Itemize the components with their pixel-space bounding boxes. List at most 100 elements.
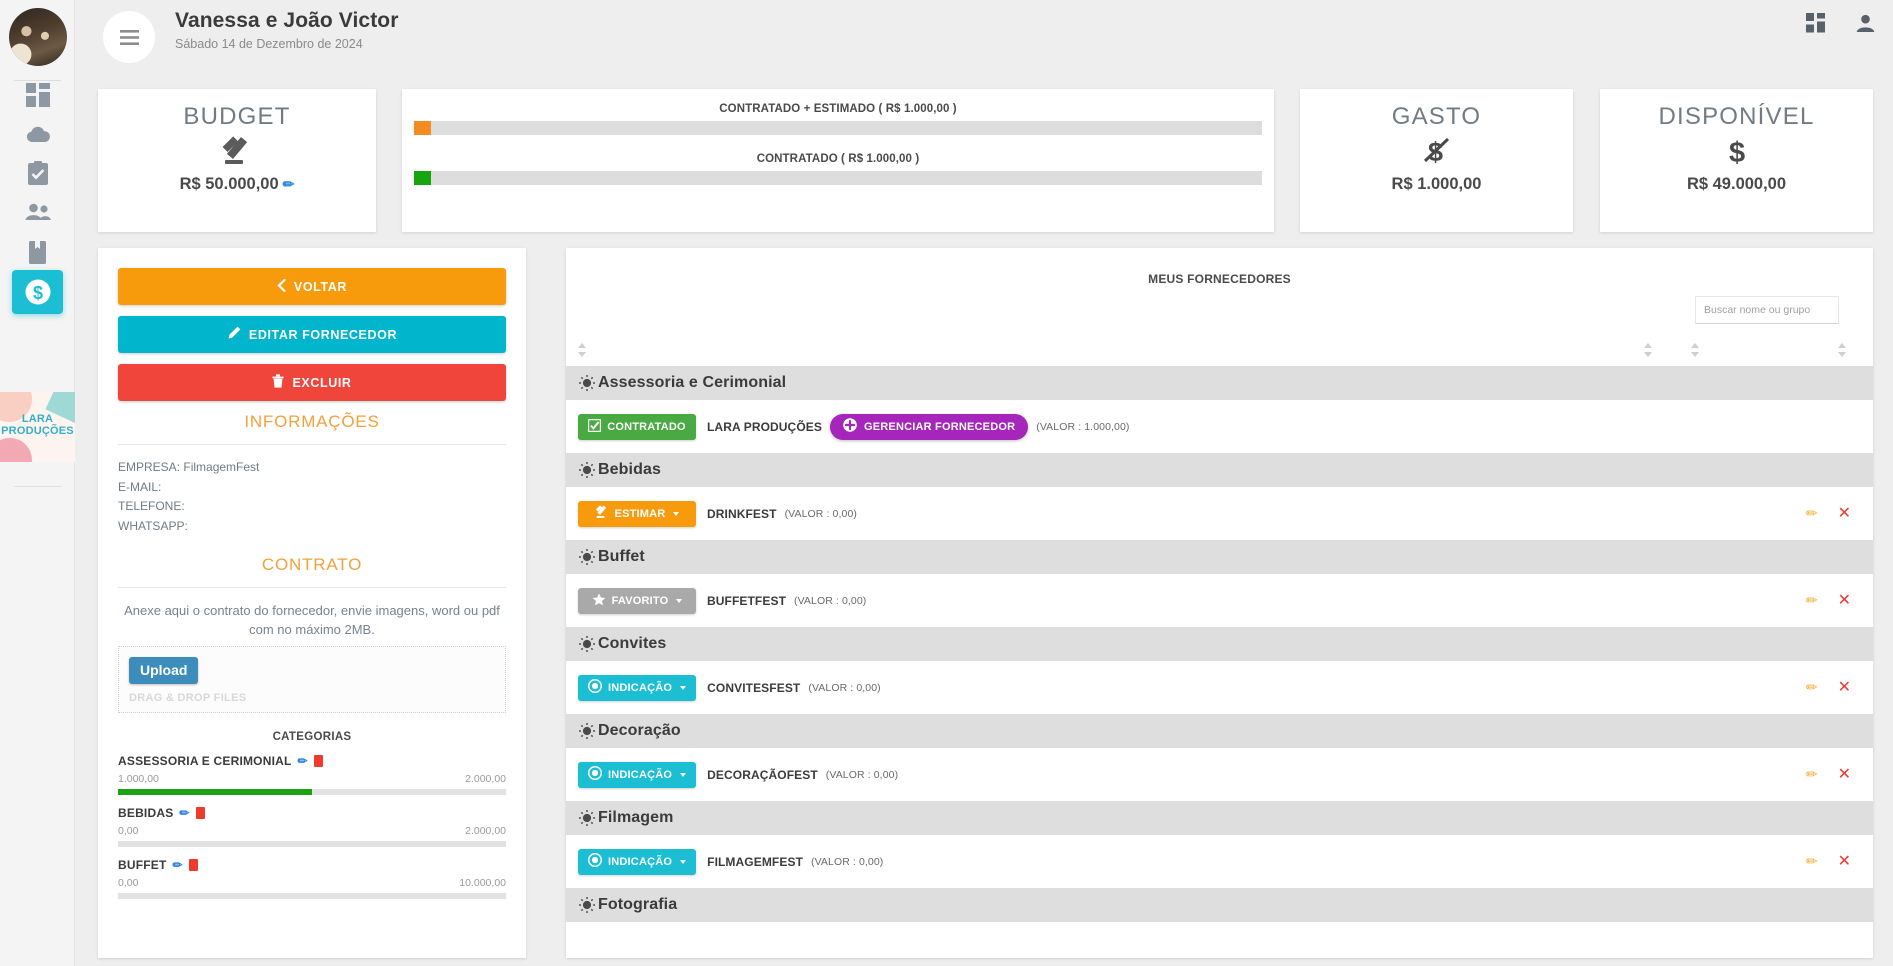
category-current: 0,00	[118, 877, 139, 889]
info-field-value: FilmagemFest	[183, 460, 260, 474]
category-max: 10.000,00	[459, 877, 506, 889]
trash-icon[interactable]	[188, 859, 198, 871]
row-actions: ✏ ✕	[1806, 505, 1851, 522]
close-x-icon[interactable]: ✕	[1838, 766, 1851, 783]
gasto-value: R$ 1.000,00	[1391, 175, 1482, 193]
vendor-value: (VALOR : 0,00)	[811, 855, 884, 868]
svg-text:$: $	[32, 283, 42, 303]
vendor-group-name: Convites	[598, 635, 667, 652]
vendor-info: BUFFETFEST (VALOR : 0,00)	[707, 594, 866, 608]
progress-block-0: CONTRATADO + ESTIMADO ( R$ 1.000,00 )	[402, 89, 1274, 135]
sort-toggle-3[interactable]	[1691, 343, 1700, 357]
pencil-icon[interactable]: ✏	[1806, 766, 1818, 783]
vendor-group-name: Assessoria e Cerimonial	[598, 374, 787, 391]
trash-icon[interactable]	[313, 755, 323, 767]
status-badge[interactable]: INDICAÇÃO	[578, 848, 697, 875]
sidebar-item-clipboard-check[interactable]	[12, 151, 63, 195]
pencil-icon[interactable]: ✏	[283, 176, 295, 192]
file-dropzone[interactable]: Upload DRAG & DROP FILES	[118, 646, 506, 713]
pencil-icon[interactable]: ✏	[1806, 679, 1818, 696]
status-badge[interactable]: CONTRATADO	[578, 413, 696, 440]
vendor-row: INDICAÇÃO FILMAGEMFEST (VALOR : 0,00) ✏ ✕	[566, 835, 1873, 888]
sidebar-item-dollar-circle[interactable]: $	[12, 270, 63, 314]
sidebar-divider-bottom	[14, 486, 61, 487]
vendor-name: DRINKFEST	[707, 506, 777, 521]
sort-toggle-4[interactable]	[1838, 343, 1847, 357]
category-block: ASSESSORIA E CERIMONIAL ✏ 1.000,00 2.000,00	[118, 754, 506, 795]
vendor-group-name: Fotografia	[598, 896, 678, 913]
back-button[interactable]: VOLTAR	[118, 268, 506, 305]
budget-value-row: R$ 50.000,00 ✏	[98, 175, 376, 194]
sidebar-item-people[interactable]	[12, 190, 63, 234]
hamburger-menu-button[interactable]	[103, 11, 155, 63]
vendors-panel: MEUS FORNECEDORES Assessoria e Cerimonia…	[566, 248, 1873, 958]
edit-vendor-button[interactable]: EDITAR FORNECEDOR	[118, 316, 506, 353]
logo-line-2: PRODUÇÕES	[1, 425, 74, 437]
dollar-slash-icon: $	[1300, 135, 1573, 169]
progress-fill-0	[414, 121, 431, 135]
sidebar-item-dashboard-grid[interactable]	[12, 73, 63, 117]
status-badge-label: FAVORITO	[611, 594, 669, 607]
search-input[interactable]	[1696, 297, 1838, 323]
vendor-row: INDICAÇÃO CONVITESFEST (VALOR : 0,00) ✏ ✕	[566, 661, 1873, 714]
status-badge[interactable]: ESTIMAR	[578, 500, 696, 527]
info-field-label: EMPRESA:	[118, 460, 181, 474]
chevron-down-icon	[680, 859, 687, 864]
sort-toggle-1[interactable]	[578, 343, 587, 357]
close-x-icon[interactable]: ✕	[1838, 505, 1851, 522]
search-box[interactable]	[1695, 296, 1839, 324]
close-x-icon[interactable]: ✕	[1838, 853, 1851, 870]
progress-label-0: CONTRATADO + ESTIMADO ( R$ 1.000,00 )	[719, 103, 957, 115]
category-name: ASSESSORIA E CERIMONIAL	[118, 754, 292, 768]
pencil-icon[interactable]: ✏	[173, 858, 183, 872]
info-field: WHATSAPP:	[118, 517, 506, 537]
chevron-down-icon	[676, 598, 683, 603]
contract-section-title: CONTRATO	[261, 555, 363, 574]
category-track	[118, 893, 506, 899]
budget-card: BUDGET R$ 50.000,00 ✏	[98, 89, 376, 232]
progress-fill-1	[414, 171, 431, 185]
close-x-icon[interactable]: ✕	[1838, 679, 1851, 696]
sidebar-item-bookmark-book[interactable]	[12, 230, 63, 274]
close-x-icon[interactable]: ✕	[1838, 592, 1851, 609]
vendor-group-header: Assessoria e Cerimonial	[566, 366, 1873, 400]
sun-icon	[579, 723, 595, 739]
status-badge[interactable]: FAVORITO	[578, 587, 696, 614]
vendor-group-header: Convites	[566, 627, 1873, 661]
category-current: 1.000,00	[118, 773, 159, 785]
chevron-down-icon	[680, 772, 687, 777]
pencil-icon[interactable]: ✏	[1806, 505, 1818, 522]
row-actions: ✏ ✕	[1806, 766, 1851, 783]
row-actions: ✏ ✕	[1806, 679, 1851, 696]
disponivel-title: DISPONÍVEL	[1658, 103, 1815, 130]
delete-vendor-button-label: EXCLUIR	[292, 375, 352, 390]
sort-controls	[566, 340, 1873, 360]
vendor-group-header: Decoração	[566, 714, 1873, 748]
category-block: BUFFET ✏ 0,00 10.000,00	[118, 858, 506, 899]
trash-icon[interactable]	[195, 807, 205, 819]
sun-icon	[579, 810, 595, 826]
disponivel-card: DISPONÍVEL $ R$ 49.000,00	[1600, 89, 1873, 232]
delete-vendor-button[interactable]: EXCLUIR	[118, 364, 506, 401]
user-icon[interactable]	[1856, 14, 1875, 38]
pencil-icon[interactable]: ✏	[179, 806, 189, 820]
avatar[interactable]	[9, 8, 67, 66]
sun-icon	[578, 548, 596, 566]
upload-button[interactable]: Upload	[129, 657, 199, 684]
manage-vendor-button[interactable]: GERENCIAR FORNECEDOR	[829, 413, 1029, 440]
pencil-icon[interactable]: ✏	[1806, 853, 1818, 870]
check-square-icon	[588, 418, 602, 435]
info-field: EMPRESA: FilmagemFest	[118, 458, 506, 478]
status-badge[interactable]: INDICAÇÃO	[578, 674, 697, 701]
vendor-row: INDICAÇÃO DECORAÇÃOFEST (VALOR : 0,00) ✏ ✕	[566, 748, 1873, 801]
pencil-icon[interactable]: ✏	[298, 754, 308, 768]
sort-toggle-2[interactable]	[1644, 343, 1653, 357]
grid-icon[interactable]	[1806, 13, 1826, 38]
status-badge-label: ESTIMAR	[614, 507, 666, 520]
contract-description: Anexe aqui o contrato do fornecedor, env…	[124, 603, 500, 637]
disponivel-value: R$ 49.000,00	[1686, 175, 1787, 193]
avatar-image	[9, 8, 67, 66]
pencil-icon[interactable]: ✏	[1806, 592, 1818, 609]
status-badge[interactable]: INDICAÇÃO	[578, 761, 697, 788]
vendor-value: (VALOR : 1.000,00)	[1036, 420, 1130, 433]
